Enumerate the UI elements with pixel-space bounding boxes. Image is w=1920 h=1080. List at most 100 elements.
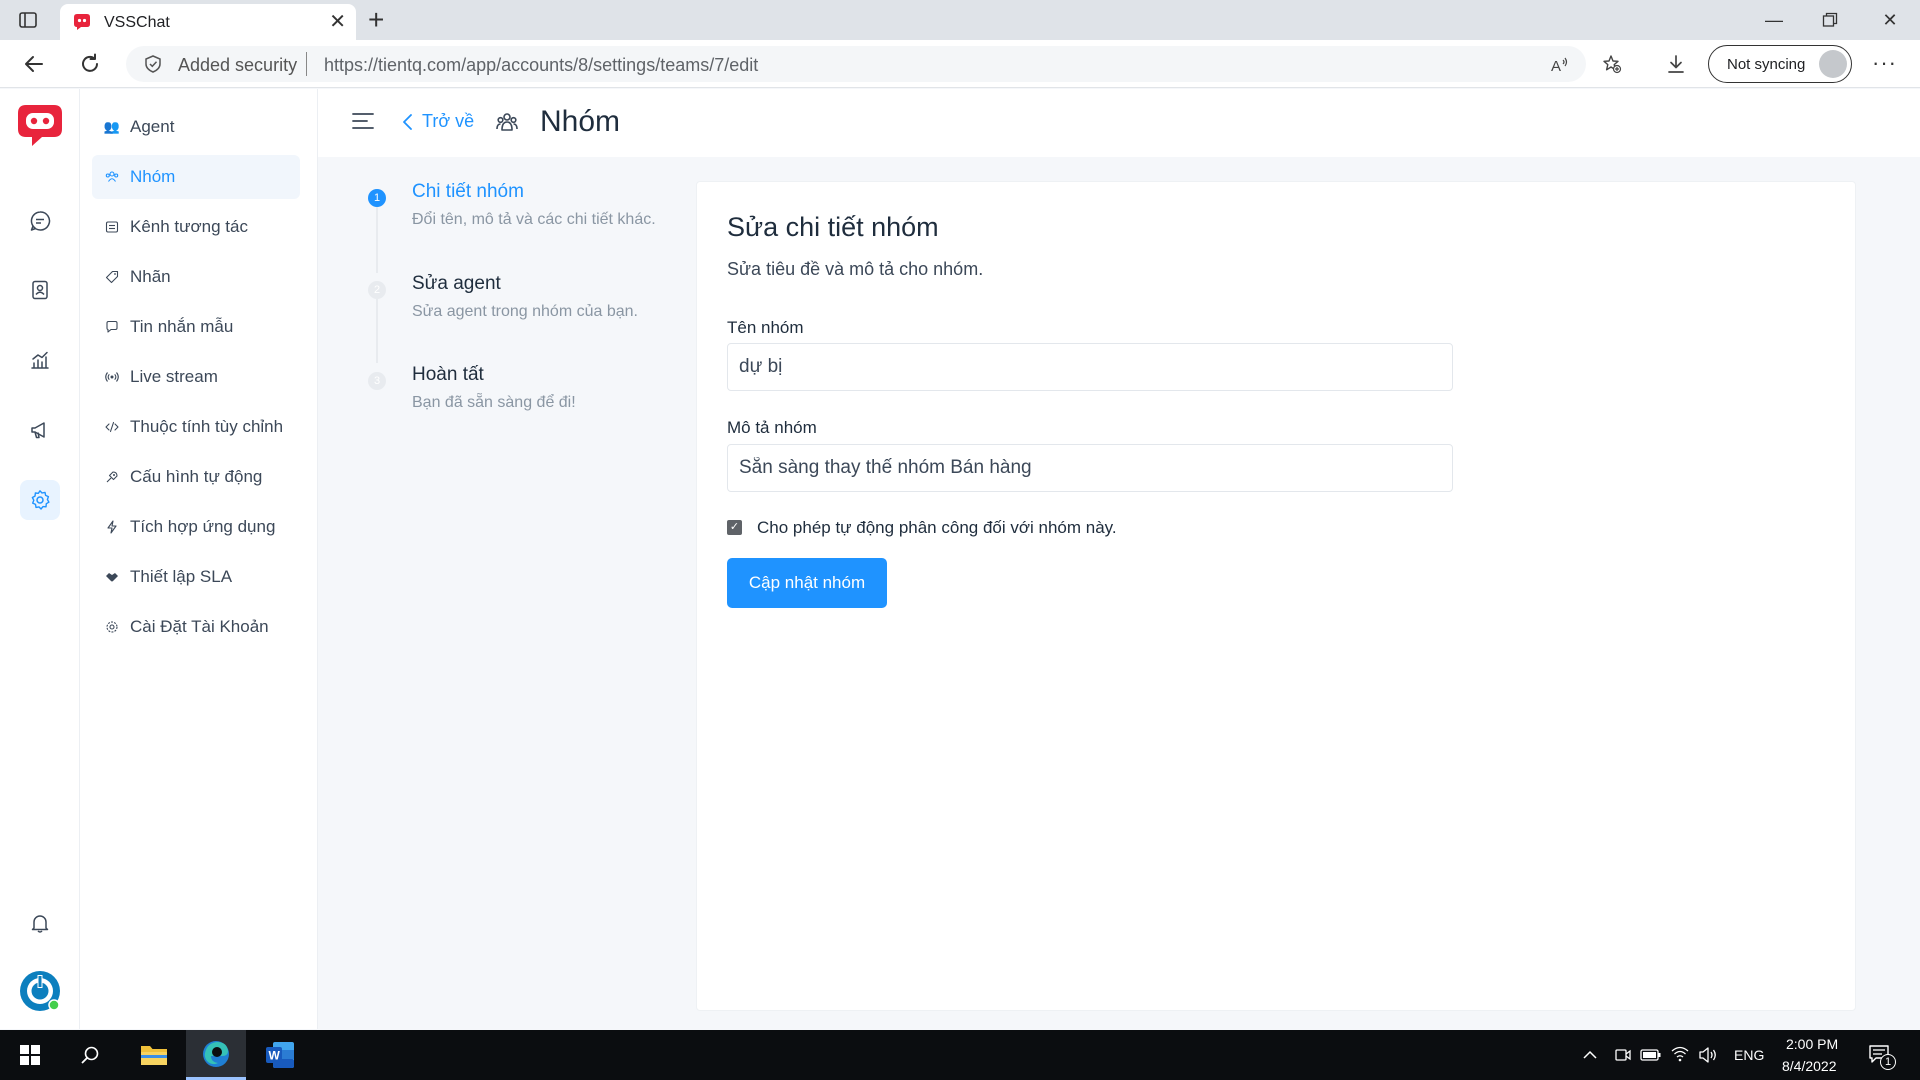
wifi-icon[interactable] [1670, 1045, 1690, 1063]
sidebar-item-label: Agent [130, 117, 175, 136]
menu-toggle-icon[interactable] [352, 111, 374, 131]
user-avatar[interactable] [18, 969, 62, 1013]
team-name-label: Tên nhóm [727, 318, 804, 337]
auto-assign-checkbox[interactable]: ✓ [727, 520, 742, 535]
step-number-badge: 1 [368, 189, 386, 207]
download-icon[interactable] [1666, 54, 1686, 74]
vsschat-logo-icon[interactable] [12, 101, 68, 149]
auto-assign-label[interactable]: Cho phép tự động phân công đối với nhóm … [757, 518, 1117, 538]
automation-icon [104, 469, 120, 485]
sidebar-item-labels[interactable]: Nhãn [92, 255, 300, 299]
reports-icon[interactable] [20, 340, 60, 380]
step-description: Bạn đã sẵn sàng để đi! [412, 394, 576, 411]
team-name-input[interactable] [727, 343, 1453, 391]
file-explorer-icon[interactable] [124, 1030, 184, 1080]
sidebar-item-label: Nhãn [130, 267, 171, 286]
shield-check-icon[interactable] [144, 55, 162, 73]
clock-date[interactable]: 8/4/2022 [1782, 1058, 1837, 1074]
inbox-icon [104, 219, 120, 235]
team-icon [496, 113, 518, 131]
sidebar-item-canned-responses[interactable]: Tin nhắn mẫu [92, 305, 300, 349]
sync-label: Not syncing [1727, 56, 1806, 73]
chevron-up-icon[interactable] [1582, 1047, 1598, 1063]
conversations-icon[interactable] [20, 201, 60, 241]
clock-time[interactable]: 2:00 PM [1786, 1036, 1838, 1052]
contacts-icon[interactable] [20, 270, 60, 310]
step-number-badge: 2 [368, 281, 386, 299]
refresh-icon[interactable] [78, 52, 102, 76]
step-connector [376, 299, 378, 363]
new-tab-icon[interactable]: + [368, 4, 384, 36]
security-label[interactable]: Added security [178, 55, 297, 76]
main-content: Trở về Nhóm 1 Chi tiết nhóm Đổi tên, mô … [318, 89, 1920, 1029]
sidebar-item-account-settings[interactable]: Cài Đặt Tài Khoản [92, 605, 300, 649]
notification-count-badge: 1 [1880, 1054, 1896, 1070]
settings-gear-icon[interactable] [20, 480, 60, 520]
sidebar-item-label: Thiết lập SLA [130, 567, 233, 586]
input-language[interactable]: ENG [1734, 1047, 1764, 1063]
url-bar[interactable]: Added security https://tientq.com/app/ac… [126, 46, 1586, 82]
sidebar-item-label: Live stream [130, 367, 218, 386]
sidebar-item-label: Cài Đặt Tài Khoản [130, 617, 269, 636]
favorites-add-icon[interactable] [1602, 54, 1622, 74]
sidebar-item-teams[interactable]: Nhóm [92, 155, 300, 199]
sidebar-item-agents[interactable]: 👥 Agent [92, 105, 300, 149]
tab-close-icon[interactable]: ✕ [329, 12, 346, 32]
windows-start-icon[interactable] [0, 1030, 60, 1080]
back-button[interactable]: Trở về [402, 111, 474, 132]
primary-nav-rail [0, 89, 80, 1029]
team-description-label: Mô tả nhóm [727, 418, 817, 437]
windows-taskbar: W ENG 2:00 PM 8/4/2022 1 [0, 1030, 1920, 1080]
form-title: Sửa chi tiết nhóm [727, 212, 939, 242]
sidebar-item-custom-attributes[interactable]: Thuộc tính tùy chỉnh [92, 405, 300, 449]
back-label: Trở về [422, 111, 475, 131]
sidebar-item-automation[interactable]: Cấu hình tự động [92, 455, 300, 499]
word-app-icon[interactable]: W [250, 1030, 310, 1080]
tab-actions-icon[interactable] [18, 10, 38, 30]
step-number-badge: 3 [368, 372, 386, 390]
sync-button[interactable]: Not syncing [1708, 45, 1852, 83]
tag-icon [104, 269, 120, 285]
browser-address-bar: Added security https://tientq.com/app/ac… [0, 40, 1920, 88]
url-divider [306, 52, 307, 76]
step-connector [376, 207, 378, 273]
volume-icon[interactable] [1698, 1046, 1718, 1064]
sidebar-item-label: Thuộc tính tùy chỉnh [130, 417, 284, 436]
sidebar-item-live-stream[interactable]: Live stream [92, 355, 300, 399]
sidebar-item-label: Tin nhắn mẫu [130, 317, 234, 336]
form-subtitle: Sửa tiêu đề và mô tả cho nhóm. [727, 259, 984, 279]
sidebar-item-label: Cấu hình tự động [130, 467, 263, 486]
step-title: Hoàn tất [412, 364, 484, 385]
chevron-left-icon [403, 113, 412, 130]
update-team-button[interactable]: Cập nhật nhóm [727, 558, 887, 608]
back-arrow-icon[interactable] [22, 52, 46, 76]
browser-tab-bar: VSSChat ✕ + — ✕ [0, 0, 1920, 40]
browser-tab[interactable]: VSSChat ✕ [60, 4, 356, 40]
sidebar-item-label: Tích hợp ứng dụng [130, 517, 276, 536]
sidebar-item-integrations[interactable]: Tích hợp ứng dụng [92, 505, 300, 549]
more-options-icon[interactable]: ··· [1872, 50, 1897, 76]
livestream-icon [104, 369, 120, 385]
team-description-input[interactable] [727, 444, 1453, 492]
sidebar-item-sla[interactable]: Thiết lập SLA [92, 555, 300, 599]
app-shell: 👥 Agent Nhóm Kênh tương tác Nhãn Tin nhắn… [0, 89, 1920, 1029]
minimize-icon[interactable]: — [1762, 8, 1786, 32]
battery-icon[interactable] [1640, 1047, 1662, 1063]
restore-icon[interactable] [1822, 12, 1838, 28]
close-window-icon[interactable]: ✕ [1878, 8, 1902, 32]
vsschat-favicon-icon [74, 14, 90, 30]
page-header: Trở về Nhóm [318, 89, 1920, 157]
page-title: Nhóm [540, 105, 621, 138]
campaigns-megaphone-icon[interactable] [20, 410, 60, 450]
sidebar-item-inboxes[interactable]: Kênh tương tác [92, 205, 300, 249]
search-icon[interactable] [62, 1030, 118, 1080]
url-text[interactable]: https://tientq.com/app/accounts/8/settin… [324, 55, 758, 76]
profile-avatar-icon [1819, 50, 1847, 78]
notifications-bell-icon[interactable] [20, 903, 60, 943]
read-aloud-icon[interactable]: A [1550, 55, 1570, 75]
canned-message-icon [104, 319, 120, 335]
camera-icon[interactable] [1614, 1046, 1632, 1064]
edge-browser-icon[interactable] [186, 1030, 246, 1080]
step-title: Chi tiết nhóm [412, 181, 524, 202]
team-icon [104, 169, 120, 185]
